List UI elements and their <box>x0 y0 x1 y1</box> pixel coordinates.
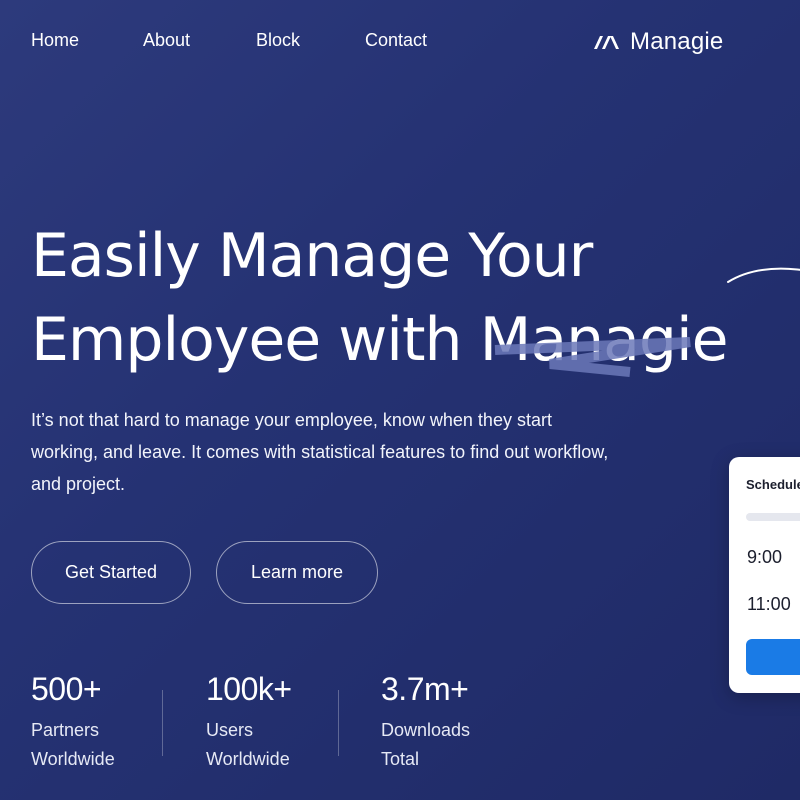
stat-value: 3.7m+ <box>381 671 469 707</box>
stat-divider <box>162 690 163 756</box>
stat-label-line2: Total <box>381 749 420 769</box>
main-nav: Home About Block Contact <box>31 30 445 51</box>
stat-downloads: 3.7m+ Downloads Total <box>381 670 470 774</box>
nav-home-link[interactable]: Home <box>31 30 143 51</box>
stat-users: 100k+ Users Worldwide <box>206 670 292 774</box>
brand-logo[interactable]: Managie <box>592 28 723 56</box>
stat-value: 100k+ <box>206 671 292 707</box>
underline-scribble <box>494 337 691 377</box>
stat-label: Users Worldwide <box>206 716 292 774</box>
stat-label-line1: Partners <box>31 720 100 740</box>
nav-about-link[interactable]: About <box>143 30 256 51</box>
chevrons-logo-icon <box>594 36 619 49</box>
nav-contact-link[interactable]: Contact <box>365 30 445 51</box>
learn-more-button[interactable]: Learn more <box>216 541 378 604</box>
stat-partners: 500+ Partners Worldwide <box>31 670 115 774</box>
schedule-card: Schedule 9:00 11:00 <box>729 457 800 693</box>
brand-name: Managie <box>630 28 724 55</box>
stat-label: Downloads Total <box>381 716 470 774</box>
stat-value: 500+ <box>31 671 102 707</box>
stat-label-line2: Worldwide <box>206 749 290 769</box>
headline-line-1: Easily Manage Your <box>31 221 593 291</box>
stat-label-line1: Downloads <box>381 720 471 740</box>
schedule-time[interactable]: 9:00 <box>747 547 782 568</box>
stat-divider <box>338 690 339 756</box>
schedule-card-title: Schedule <box>746 477 800 492</box>
schedule-confirm-button[interactable] <box>746 639 800 675</box>
stat-label-line1: Users <box>206 720 254 740</box>
hero-description: It’s not that hard to manage your employ… <box>31 410 609 494</box>
decorative-arc <box>727 267 800 283</box>
nav-block-link[interactable]: Block <box>256 30 365 51</box>
stat-label-line2: Worldwide <box>31 749 115 769</box>
schedule-progress-bar <box>746 513 800 521</box>
stat-label: Partners Worldwide <box>31 716 115 774</box>
get-started-button[interactable]: Get Started <box>31 541 191 604</box>
schedule-time[interactable]: 11:00 <box>747 594 791 615</box>
